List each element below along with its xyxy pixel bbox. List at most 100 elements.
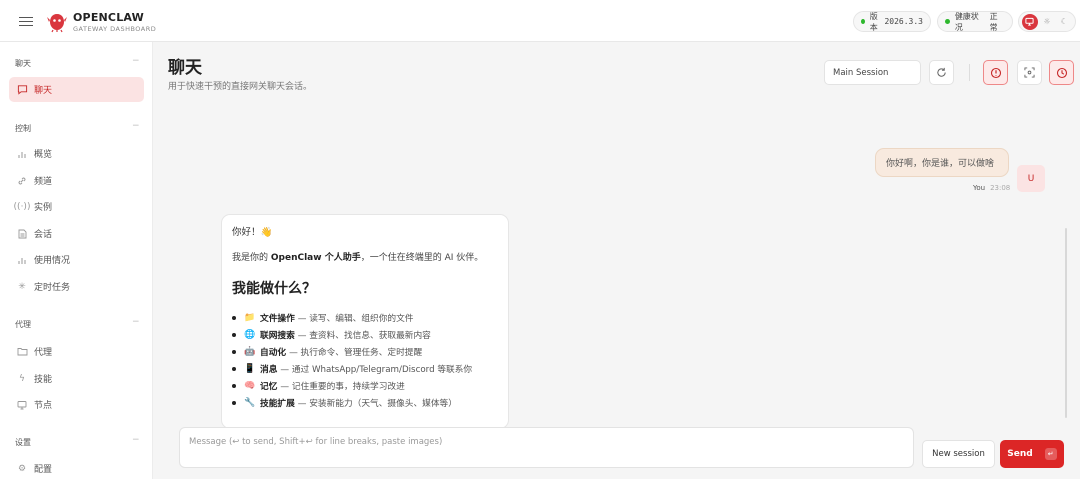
capability-desc: — 安装新能力（天气、摄像头、媒体等） bbox=[297, 399, 457, 409]
list-item: 📁 文件操作 — 读写、编辑、组织你的文件 bbox=[232, 309, 498, 326]
capability-title: 消息 bbox=[260, 365, 278, 375]
collapse-icon[interactable]: − bbox=[132, 121, 140, 131]
status-dot-icon bbox=[945, 19, 950, 24]
sidebar-item-label: 代理 bbox=[34, 348, 53, 358]
openclaw-logo-icon bbox=[47, 14, 67, 33]
theme-switcher: ☼ ☾ bbox=[1018, 11, 1076, 32]
sender-name: You bbox=[973, 184, 986, 192]
enter-key-icon: ↵ bbox=[1044, 448, 1057, 460]
monitor-icon[interactable] bbox=[1021, 13, 1038, 30]
list-item: 🌐 联网搜索 — 查资料、找信息、获取最新内容 bbox=[232, 326, 498, 343]
capability-desc: — 记住重要的事，持续学习改进 bbox=[280, 382, 405, 392]
sidebar-item-label: 实例 bbox=[34, 203, 53, 213]
folder-icon: 📁 bbox=[244, 312, 256, 323]
brand-subtitle: GATEWAY DASHBOARD bbox=[73, 25, 157, 33]
sidebar-item-usage[interactable]: 使用情况 bbox=[9, 247, 144, 272]
link-icon bbox=[16, 175, 28, 187]
health-badge: 健康状况 正常 bbox=[937, 11, 1013, 32]
sidebar-section-chat[interactable]: 聊天 bbox=[15, 58, 31, 69]
bar-chart-icon bbox=[16, 254, 28, 266]
zap-icon: ϟ bbox=[19, 373, 25, 384]
chat-scrollbar[interactable] bbox=[1065, 228, 1067, 418]
folder-icon bbox=[16, 346, 28, 358]
menu-icon[interactable] bbox=[19, 14, 33, 28]
capability-title: 联网搜索 bbox=[260, 331, 295, 341]
capabilities-list: 📁 文件操作 — 读写、编辑、组织你的文件 🌐 联网搜索 — 查资料、找信息、获取最新内… bbox=[232, 309, 498, 411]
user-message-bubble: 你好啊，你是谁，可以做啥 bbox=[875, 148, 1009, 177]
radio-icon: ((·)) bbox=[13, 201, 31, 212]
sidebar-item-label: 定时任务 bbox=[34, 283, 71, 293]
collapse-icon[interactable]: − bbox=[132, 56, 140, 66]
page-title: 聊天 bbox=[168, 58, 202, 78]
sidebar-item-skills[interactable]: ϟ 技能 bbox=[9, 366, 144, 391]
capability-title: 记忆 bbox=[260, 382, 278, 392]
sidebar-section-control[interactable]: 控制 bbox=[15, 123, 31, 134]
phone-icon: 📱 bbox=[244, 363, 256, 374]
sidebar-section-settings[interactable]: 设置 bbox=[15, 437, 31, 448]
intro-suffix: ，一个住在终端里的 AI 伙伴。 bbox=[360, 253, 484, 263]
capability-desc: — 读写、编辑、组织你的文件 bbox=[297, 314, 414, 324]
timestamp: 23:08 bbox=[990, 184, 1011, 192]
capability-title: 自动化 bbox=[260, 348, 287, 358]
send-label: Send bbox=[1007, 449, 1033, 459]
sidebar-item-label: 概览 bbox=[34, 150, 53, 160]
sidebar-item-overview[interactable]: 概览 bbox=[9, 141, 144, 166]
capabilities-heading: 我能做什么？ bbox=[232, 281, 316, 297]
loader-icon: ✳ bbox=[18, 281, 26, 292]
sidebar-item-sessions[interactable]: 会话 bbox=[9, 221, 144, 246]
send-button[interactable]: Send ↵ bbox=[1000, 440, 1064, 468]
list-item: 📱 消息 — 通过 WhatsApp/Telegram/Discord 等联系你 bbox=[232, 360, 498, 377]
moon-icon[interactable]: ☾ bbox=[1056, 14, 1072, 30]
capability-desc: — 通过 WhatsApp/Telegram/Discord 等联系你 bbox=[280, 365, 473, 375]
sidebar-item-label: 配置 bbox=[34, 465, 53, 475]
sidebar-item-config[interactable]: ⚙ 配置 bbox=[9, 456, 144, 479]
focus-mode-icon[interactable] bbox=[1017, 60, 1042, 85]
brand-title: OPENCLAW bbox=[73, 11, 144, 24]
intro-prefix: 我是你的 bbox=[232, 253, 271, 263]
toolbar-divider bbox=[969, 64, 970, 81]
sidebar-item-label: 频道 bbox=[34, 177, 53, 187]
version-label: 版本 bbox=[869, 11, 878, 32]
health-value: 正常 bbox=[989, 11, 998, 32]
sidebar-item-nodes[interactable]: 节点 bbox=[9, 392, 144, 417]
list-item: 🔧 技能扩展 — 安装新能力（天气、摄像头、媒体等） bbox=[232, 394, 498, 411]
sidebar-item-label: 使用情况 bbox=[34, 256, 71, 266]
version-badge: 版本 2026.3.3 bbox=[853, 11, 931, 32]
list-item: 🧠 记忆 — 记住重要的事，持续学习改进 bbox=[232, 377, 498, 394]
sidebar-item-chat[interactable]: 聊天 bbox=[9, 77, 144, 102]
assistant-greeting: 你好！👋 bbox=[232, 227, 273, 238]
sun-icon[interactable]: ☼ bbox=[1039, 14, 1055, 30]
sidebar-section-agent[interactable]: 代理 bbox=[15, 319, 31, 330]
new-session-button[interactable]: New session bbox=[922, 440, 995, 468]
sidebar-item-agents[interactable]: 代理 bbox=[9, 339, 144, 364]
version-value: 2026.3.3 bbox=[884, 17, 923, 26]
intro-bold: OpenClaw 个人助手 bbox=[270, 253, 361, 263]
refresh-icon[interactable] bbox=[929, 60, 954, 85]
sidebar-item-instances[interactable]: ((·)) 实例 bbox=[9, 194, 144, 219]
thinking-toggle-icon[interactable] bbox=[983, 60, 1008, 85]
collapse-icon[interactable]: − bbox=[132, 435, 140, 445]
status-dot-icon bbox=[861, 19, 865, 24]
brain-icon: 🧠 bbox=[244, 380, 256, 391]
sidebar-item-label: 会话 bbox=[34, 230, 53, 240]
capability-desc: — 执行命令、管理任务、定时提醒 bbox=[289, 348, 423, 358]
globe-icon: 🌐 bbox=[244, 329, 256, 340]
capability-desc: — 查资料、找信息、获取最新内容 bbox=[297, 331, 431, 341]
monitor-icon bbox=[16, 399, 28, 411]
sidebar-item-cron[interactable]: ✳ 定时任务 bbox=[9, 274, 144, 299]
sidebar-item-label: 节点 bbox=[34, 401, 53, 411]
list-item: 🤖 自动化 — 执行命令、管理任务、定时提醒 bbox=[232, 343, 498, 360]
chat-icon bbox=[16, 84, 28, 96]
collapse-icon[interactable]: − bbox=[132, 317, 140, 327]
avatar: U bbox=[1017, 165, 1045, 192]
robot-icon: 🤖 bbox=[244, 346, 256, 357]
capability-title: 文件操作 bbox=[260, 314, 295, 324]
session-select[interactable]: Main Session bbox=[824, 60, 921, 85]
bar-chart-icon bbox=[16, 148, 28, 160]
message-input[interactable]: Message (↩ to send, Shift+↩ for line bre… bbox=[179, 427, 914, 468]
health-label: 健康状况 bbox=[954, 11, 979, 32]
sidebar-item-channels[interactable]: 频道 bbox=[9, 168, 144, 193]
sidebar-item-label: 聊天 bbox=[34, 86, 53, 96]
assistant-message-card: 你好！👋 我是你的 OpenClaw 个人助手，一个住在终端里的 AI 伙伴。 … bbox=[221, 214, 509, 429]
clock-icon[interactable] bbox=[1049, 60, 1074, 85]
